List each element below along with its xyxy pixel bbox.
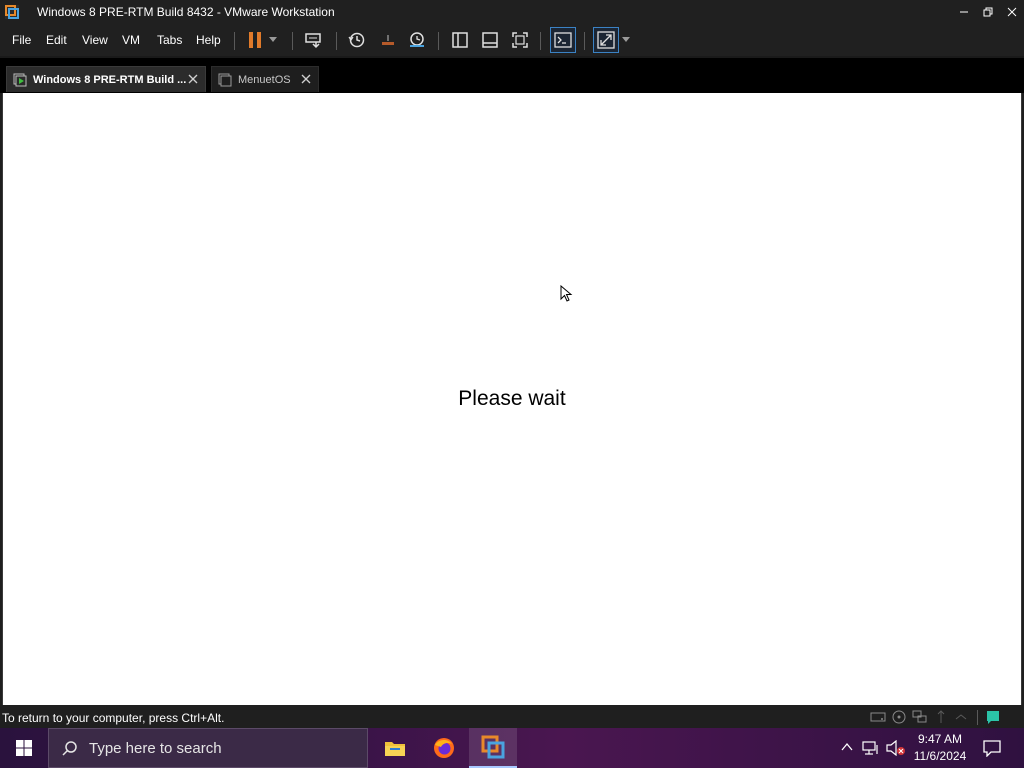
toolbar-separator [234, 32, 235, 50]
volume-muted-icon[interactable] [886, 740, 906, 756]
network-icon[interactable] [862, 740, 880, 756]
dropdown-icon [269, 37, 277, 42]
tab-menuetos[interactable]: MenuetOS [211, 66, 319, 92]
menu-tabs[interactable]: Tabs [157, 33, 182, 47]
clock-date: 11/6/2024 [913, 749, 967, 763]
menu-edit[interactable]: Edit [46, 33, 67, 47]
take-snapshot-button[interactable] [345, 28, 369, 52]
taskbar-search-box[interactable]: Type here to search [48, 728, 368, 768]
tab-label: Windows 8 PRE-RTM Build ... [33, 73, 187, 86]
windows-taskbar: Type here to search 9:47 AM 11/6/2024 [0, 728, 1024, 768]
taskbar-file-explorer[interactable] [371, 728, 419, 768]
show-hidden-icons-icon[interactable] [840, 740, 854, 754]
status-bar: To return to your computer, press Ctrl+A… [0, 707, 1024, 728]
toolbar-separator [438, 32, 439, 50]
window-title: Windows 8 PRE-RTM Build 8432 - VMware Wo… [37, 5, 335, 19]
search-placeholder: Type here to search [89, 740, 222, 757]
show-library-button[interactable] [448, 28, 472, 52]
close-tab-icon[interactable] [187, 73, 199, 85]
taskbar-firefox[interactable] [420, 728, 468, 768]
console-view-button[interactable] [550, 27, 576, 53]
menu-file[interactable]: File [12, 33, 31, 47]
vm-icon [218, 73, 232, 86]
search-icon [62, 741, 77, 756]
vm-running-icon [13, 73, 27, 86]
start-button[interactable] [0, 728, 48, 768]
menu-help[interactable]: Help [196, 33, 221, 47]
cd-dvd-icon[interactable] [891, 710, 907, 724]
pause-icon [249, 32, 261, 48]
snapshot-icon [348, 32, 365, 48]
unity-dropdown-button[interactable] [618, 28, 634, 52]
tab-label: MenuetOS [238, 73, 291, 86]
vm-tab-strip: Windows 8 PRE-RTM Build ... MenuetOS [0, 58, 1024, 93]
restore-icon [983, 7, 993, 17]
send-ctrl-alt-del-icon [305, 33, 321, 49]
menu-vm[interactable]: VM [122, 33, 140, 47]
taskbar-clock[interactable]: 9:47 AM 11/6/2024 [906, 731, 974, 765]
send-ctrl-alt-del-button[interactable] [302, 28, 326, 52]
tab-windows-8[interactable]: Windows 8 PRE-RTM Build ... [6, 66, 206, 92]
revert-snapshot-icon [382, 35, 394, 45]
unity-button[interactable] [593, 27, 619, 53]
sound-icon[interactable] [954, 710, 970, 724]
message-log-icon[interactable] [985, 710, 1001, 724]
network-adapter-icon[interactable] [912, 710, 928, 724]
vmware-app-icon[interactable] [4, 4, 20, 20]
unity-icon [597, 31, 615, 49]
toolbar-separator [292, 32, 293, 50]
menu-view[interactable]: View [82, 33, 108, 47]
title-bar: Windows 8 PRE-RTM Build 8432 - VMware Wo… [0, 0, 1024, 24]
toolbar-separator [584, 32, 585, 50]
hard-disk-icon[interactable] [870, 710, 886, 724]
mouse-cursor-icon [560, 285, 573, 302]
status-message: To return to your computer, press Ctrl+A… [2, 711, 225, 725]
close-icon [1007, 7, 1017, 17]
toolbar-separator [336, 32, 337, 50]
library-icon [452, 32, 468, 48]
windows-logo-icon [16, 740, 32, 756]
status-separator [977, 710, 978, 725]
snapshot-manager-button[interactable] [405, 28, 429, 52]
notification-center-icon[interactable] [982, 739, 1002, 757]
vm-display[interactable]: Please wait [2, 93, 1022, 705]
thumbnail-bar-button[interactable] [478, 28, 502, 52]
pause-button[interactable] [243, 28, 267, 52]
minimize-button[interactable] [952, 0, 976, 24]
toolbar-separator [540, 32, 541, 50]
full-screen-icon [512, 32, 528, 48]
minimize-icon [960, 11, 968, 13]
power-dropdown-button[interactable] [265, 28, 281, 52]
revert-snapshot-button[interactable] [376, 28, 400, 52]
thumbnail-bar-icon [482, 32, 498, 48]
restore-button[interactable] [976, 0, 1000, 24]
full-screen-button[interactable] [508, 28, 532, 52]
dropdown-icon [622, 37, 630, 42]
usb-icon[interactable] [933, 710, 949, 724]
menu-toolbar: File Edit View VM Tabs Help [0, 24, 1024, 58]
clock-time: 9:47 AM [917, 732, 963, 746]
taskbar-vmware-workstation[interactable] [469, 728, 517, 768]
close-tab-icon[interactable] [300, 73, 312, 85]
file-explorer-icon [385, 742, 405, 756]
please-wait-message: Please wait [458, 387, 566, 410]
firefox-icon [434, 738, 454, 758]
vmware-workstation-icon [481, 735, 505, 759]
console-icon [554, 32, 572, 48]
close-button[interactable] [1000, 0, 1024, 24]
snapshot-manager-icon [410, 32, 424, 47]
